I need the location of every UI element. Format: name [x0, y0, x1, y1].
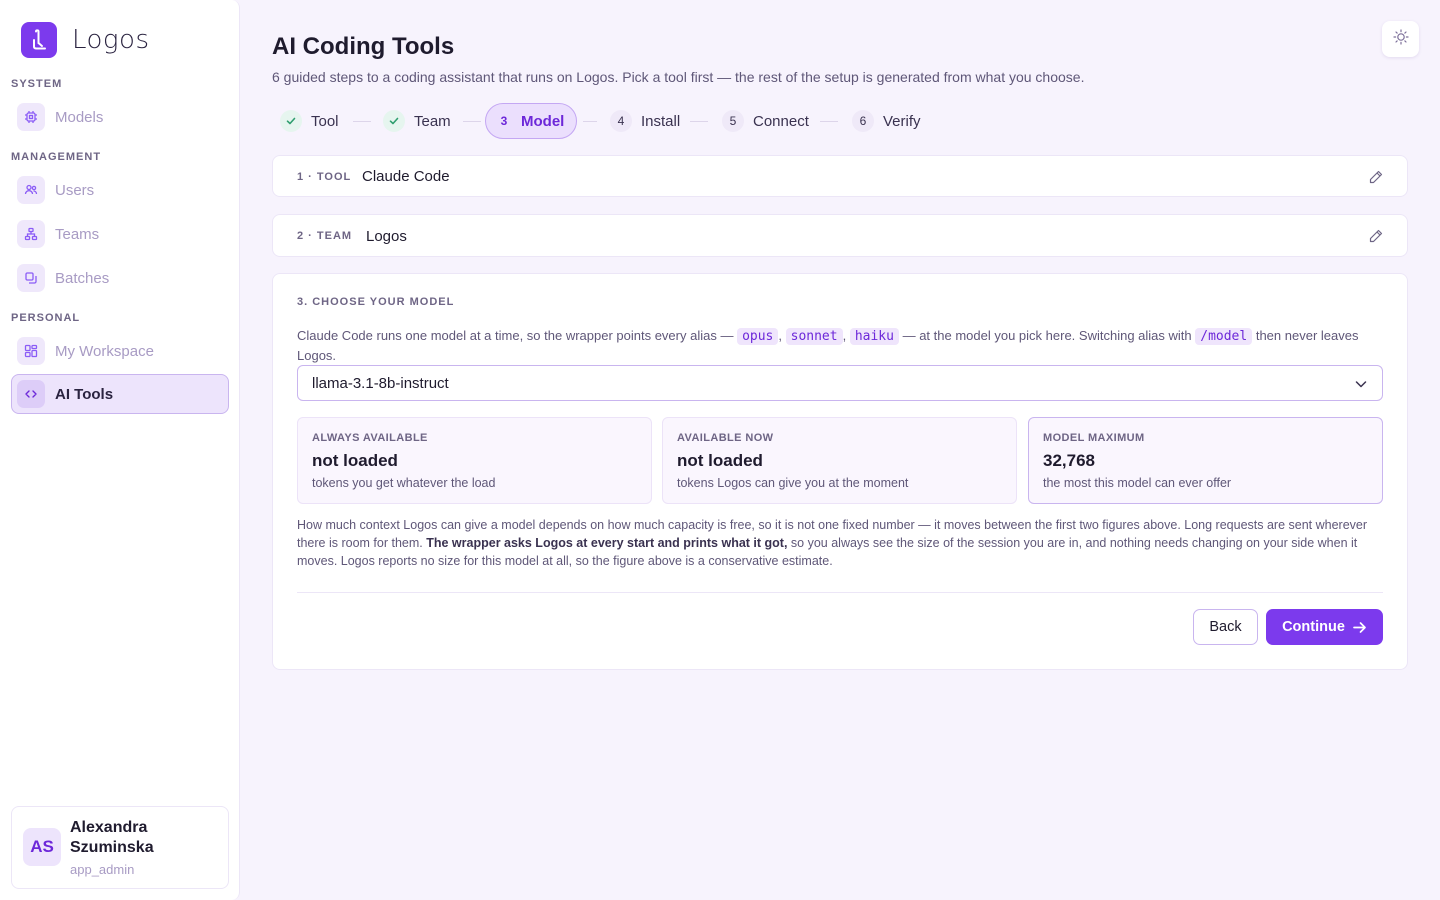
sidebar-item-label: AI Tools: [55, 385, 114, 403]
step-number: 3: [500, 114, 508, 128]
step-connect[interactable]: 5 Connect: [722, 103, 809, 139]
model-command: /model: [1195, 328, 1253, 345]
grid-icon: [17, 337, 45, 365]
summary-tool-value: Claude Code: [362, 168, 450, 185]
user-name: Alexandra Szuminska: [70, 819, 154, 856]
stepper: Tool Team 3 Model 4 Install 5 Connect 6 …: [272, 103, 972, 139]
chip-icon: [17, 103, 45, 131]
context-explanation: How much context Logos can give a model …: [297, 516, 1387, 570]
copy-icon: [17, 264, 45, 292]
divider: [297, 592, 1383, 593]
stat-value: 32,768: [1043, 451, 1095, 470]
sidebar-item-batches[interactable]: Batches: [11, 258, 229, 298]
stat-caption: the most this model can ever offer: [1043, 476, 1232, 490]
stat-caption: tokens Logos can give you at the moment: [677, 476, 909, 490]
sidebar-item-label: Teams: [55, 225, 100, 243]
summary-team-card: 2 · TEAM Logos: [272, 214, 1408, 257]
arrow-right-icon: [1352, 620, 1367, 635]
step-connector: [463, 121, 481, 122]
step-connector: [690, 121, 708, 122]
nav-section-personal: PERSONAL: [11, 312, 81, 324]
stat-caption: tokens you get whatever the load: [312, 476, 496, 490]
alias-opus: opus: [737, 328, 779, 345]
sidebar-item-label: Batches: [55, 269, 110, 287]
stat-value: not loaded: [677, 451, 763, 470]
chevron-down-icon: [1354, 377, 1368, 395]
continue-button[interactable]: Continue: [1266, 609, 1383, 645]
check-icon: [383, 110, 405, 132]
step-verify[interactable]: 6 Verify: [852, 103, 921, 139]
app-name: Logos: [72, 25, 150, 55]
sidebar: Logos SYSTEM Models MANAGEMENT Users Tea…: [0, 0, 240, 900]
desc-intro: Claude Code runs one model at a time, so…: [297, 328, 734, 343]
model-select[interactable]: llama-3.1-8b-instruct: [297, 365, 1383, 401]
step-label: Model: [521, 112, 565, 130]
back-button[interactable]: Back: [1193, 609, 1258, 645]
step-label: Tool: [311, 112, 339, 130]
step-team[interactable]: Team: [383, 103, 451, 139]
sidebar-item-label: Users: [55, 181, 95, 199]
pencil-icon[interactable]: [1368, 228, 1384, 244]
sidebar-item-label: My Workspace: [55, 342, 154, 360]
users-icon: [17, 176, 45, 204]
step-label: Verify: [883, 112, 921, 130]
step-number: 6: [852, 110, 874, 132]
sidebar-item-models[interactable]: Models: [11, 97, 229, 137]
sidebar-item-ai-tools[interactable]: AI Tools: [11, 374, 229, 414]
step-number: 4: [610, 110, 632, 132]
step-label: Connect: [753, 112, 809, 130]
step-connector: [353, 121, 371, 122]
stat-value: not loaded: [312, 451, 398, 470]
brand[interactable]: Logos: [21, 22, 150, 58]
sidebar-item-users[interactable]: Users: [11, 170, 229, 210]
desc-mid: — at the model you pick here. Switching …: [902, 328, 1192, 343]
summary-team-label: 2 · TEAM: [297, 230, 353, 242]
page-subtitle: 6 guided steps to a coding assistant tha…: [272, 69, 1085, 85]
explain-bold: The wrapper asks Logos at every start an…: [426, 536, 788, 550]
stat-model-maximum: MODEL MAXIMUM 32,768 the most this model…: [1028, 417, 1383, 504]
org-chart-icon: [17, 220, 45, 248]
check-icon: [280, 110, 302, 132]
user-card[interactable]: AS Alexandra Szuminska app_admin: [11, 806, 229, 889]
step-connector: [820, 121, 838, 122]
pencil-icon[interactable]: [1368, 169, 1384, 185]
step-tool[interactable]: Tool: [280, 103, 339, 139]
sidebar-item-label: Models: [55, 108, 104, 126]
nav-section-management: MANAGEMENT: [11, 151, 102, 163]
stat-available-now: AVAILABLE NOW not loaded tokens Logos ca…: [662, 417, 1017, 504]
summary-tool-card: 1 · TOOL Claude Code: [272, 155, 1408, 197]
sidebar-item-teams[interactable]: Teams: [11, 214, 229, 254]
page-title: AI Coding Tools: [272, 33, 455, 60]
theme-toggle-button[interactable]: [1382, 21, 1419, 57]
model-description: Claude Code runs one model at a time, so…: [297, 328, 1359, 363]
stat-always-available: ALWAYS AVAILABLE not loaded tokens you g…: [297, 417, 652, 504]
logos-logo-icon: [21, 22, 57, 58]
model-section-card: 3. CHOOSE YOUR MODEL Claude Code runs on…: [272, 273, 1408, 670]
alias-haiku: haiku: [849, 328, 899, 345]
sun-icon: [1392, 28, 1409, 50]
step-connector: [583, 121, 597, 122]
step-label: Install: [641, 112, 681, 130]
stat-label: AVAILABLE NOW: [677, 432, 774, 444]
alias-sonnet: sonnet: [785, 328, 843, 345]
user-role: app_admin: [70, 862, 135, 877]
avatar: AS: [23, 828, 61, 866]
stat-label: MODEL MAXIMUM: [1043, 432, 1145, 444]
nav-section-system: SYSTEM: [11, 78, 63, 90]
step-number: 5: [722, 110, 744, 132]
step-label: Team: [414, 112, 451, 130]
step-model[interactable]: 3 Model: [485, 103, 578, 139]
summary-tool-label: 1 · TOOL: [297, 171, 352, 183]
sidebar-item-my-workspace[interactable]: My Workspace: [11, 331, 229, 371]
step-install[interactable]: 4 Install: [610, 103, 680, 139]
section-title: 3. CHOOSE YOUR MODEL: [297, 296, 455, 308]
stat-label: ALWAYS AVAILABLE: [312, 432, 428, 444]
selected-model: llama-3.1-8b-instruct: [312, 374, 449, 392]
summary-team-value: Logos: [366, 228, 407, 245]
code-icon: [17, 380, 45, 408]
continue-label: Continue: [1282, 619, 1345, 635]
